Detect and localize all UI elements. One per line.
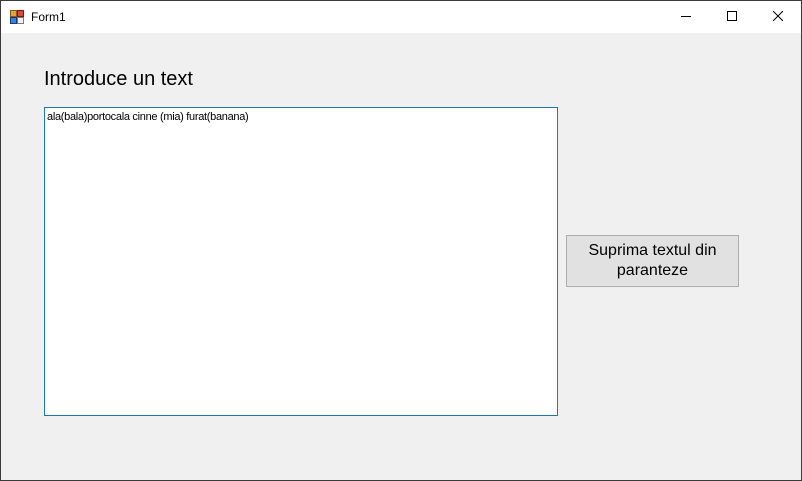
maximize-button[interactable]	[709, 1, 755, 33]
minimize-icon	[681, 8, 691, 26]
input-heading-label: Introduce un text	[44, 68, 193, 90]
minimize-button[interactable]	[663, 1, 709, 33]
title-bar[interactable]: Form1	[1, 1, 801, 33]
text-input-box[interactable]: ala(bala)portocala cinne (mia) furat(ban…	[44, 107, 558, 416]
form-client-area: Introduce un text ala(bala)portocala cin…	[1, 33, 801, 480]
winforms-app-icon	[10, 10, 24, 24]
close-icon	[772, 8, 784, 26]
maximize-icon	[727, 8, 737, 26]
close-button[interactable]	[755, 1, 801, 33]
app-window: Form1 Introduce un text ala(bala)portoca…	[0, 0, 802, 481]
remove-parentheses-text-button[interactable]: Suprima textul din paranteze	[566, 235, 739, 287]
remove-parentheses-button-label: Suprima textul din paranteze	[588, 242, 717, 279]
window-title: Form1	[31, 10, 66, 24]
